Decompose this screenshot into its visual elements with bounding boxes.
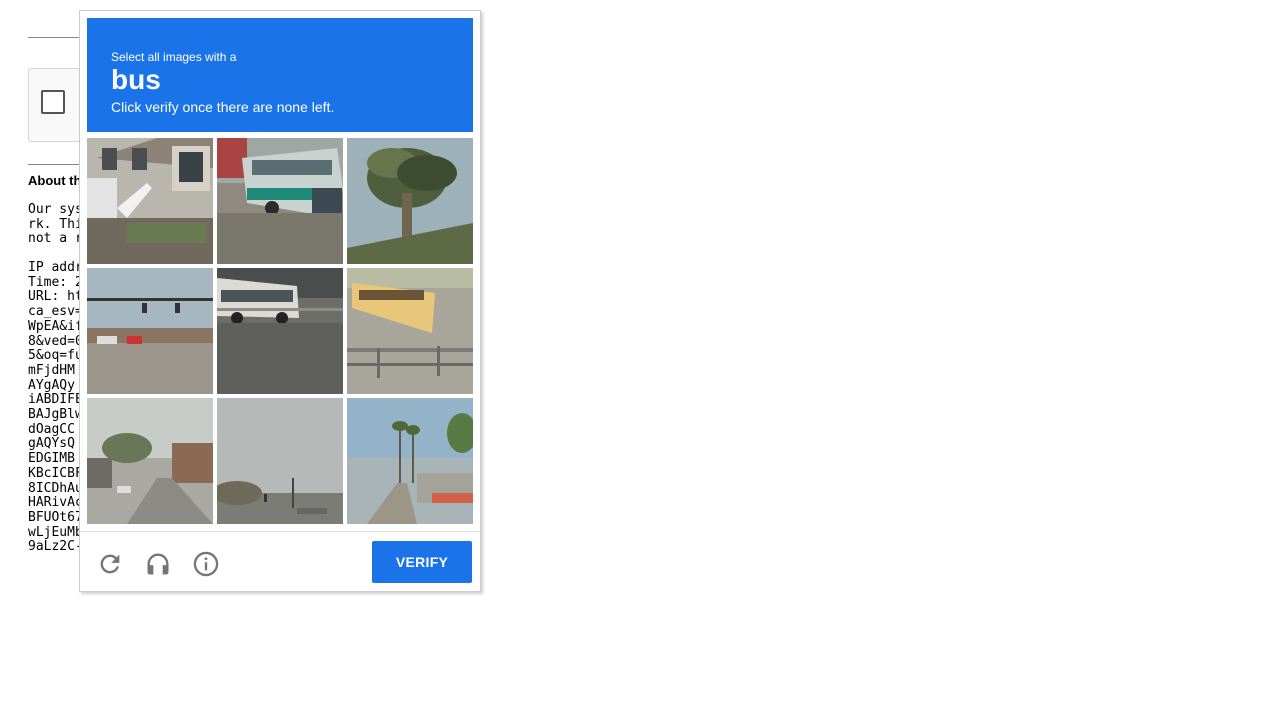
image-tile-palm-tree[interactable] [347,138,473,264]
verify-button[interactable]: VERIFY [372,541,472,583]
road-traffic-light-image [217,398,343,524]
recaptcha-checkbox[interactable] [41,90,65,114]
reload-icon[interactable] [94,548,126,580]
image-tile-palm-street[interactable] [347,398,473,524]
info-icon[interactable] [190,548,222,580]
intersection-image [87,268,213,394]
about-heading: About th [28,173,82,188]
image-tile-house[interactable] [87,138,213,264]
headphones-icon[interactable] [142,548,174,580]
house-image [87,138,213,264]
instruction-subtext: Click verify once there are none left. [111,99,335,115]
green-bus-image [217,138,343,264]
image-tile-street-buildings[interactable] [87,398,213,524]
street-buildings-image [87,398,213,524]
instruction-text: Select all images with a [111,50,237,64]
challenge-header: Select all images with a bus Click verif… [87,18,473,132]
image-tile-school-bus[interactable] [347,268,473,394]
palm-street-image [347,398,473,524]
footer-divider [80,531,480,532]
image-grid [87,138,473,524]
image-tile-road-traffic-light[interactable] [217,398,343,524]
target-object: bus [111,64,161,95]
image-challenge-dialog: Select all images with a bus Click verif… [79,10,481,592]
image-tile-white-bus[interactable] [217,268,343,394]
school-bus-image [347,268,473,394]
palm-tree-image [347,138,473,264]
image-tile-intersection[interactable] [87,268,213,394]
white-bus-image [217,268,343,394]
image-tile-green-bus[interactable] [217,138,343,264]
